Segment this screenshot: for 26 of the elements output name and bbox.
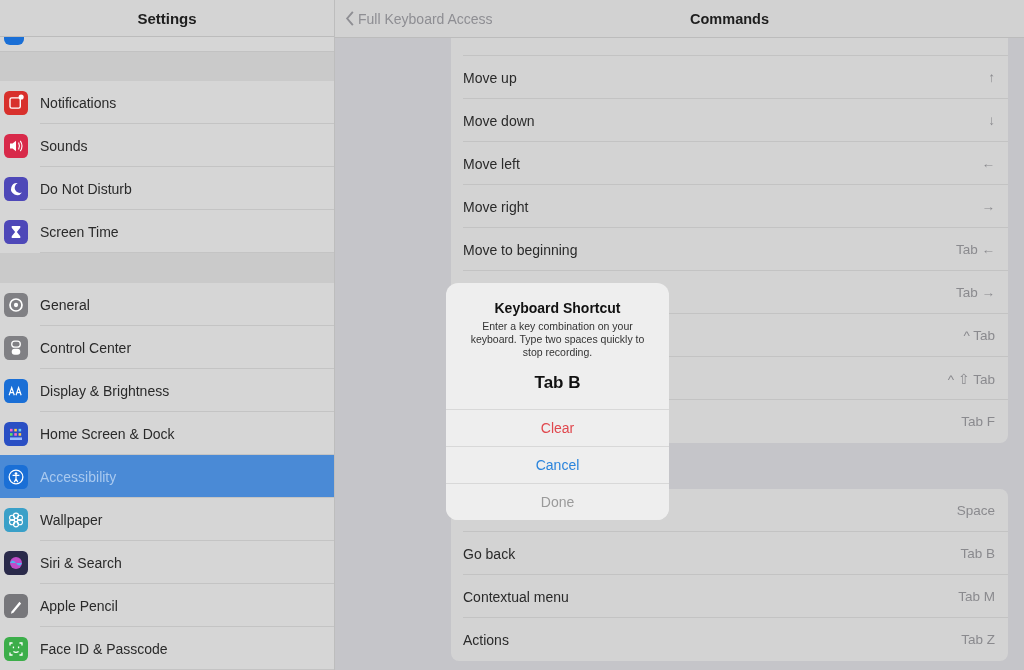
sidebar-item[interactable]: Home Screen & Dock [0, 412, 334, 455]
sidebar-item[interactable]: General [0, 283, 334, 326]
command-row[interactable]: Actions Tab Z [451, 618, 1008, 661]
sidebar-item[interactable]: Notifications [0, 81, 334, 124]
dialog-message: Enter a key combination on your keyboard. Type two spaces quickly to stop recording. [469, 320, 646, 359]
dialog-title: Keyboard Shortcut [493, 300, 622, 316]
shortcut-value: Tab B [533, 373, 582, 393]
page-title: Commands [690, 10, 769, 27]
sidebar-item[interactable]: Face ID & Passcode [0, 627, 334, 670]
sidebar-item[interactable]: Apple Pencil [0, 584, 334, 627]
command-row[interactable]: Move left ← [451, 142, 1008, 185]
sidebar-item[interactable]: Siri & Search [0, 541, 334, 584]
sidebar-item[interactable]: Control Center [0, 326, 334, 369]
command-row[interactable]: Move right → [451, 185, 1008, 228]
command-row[interactable]: Move down ↓ [451, 99, 1008, 142]
sidebar-item[interactable]: Wallpaper [0, 498, 334, 541]
sidebar-item[interactable]: Screen Time [0, 210, 334, 253]
sidebar-item[interactable]: Sounds [0, 124, 334, 167]
command-row[interactable]: Move up ↑ [451, 56, 1008, 99]
chevron-icon [345, 10, 355, 27]
command-row[interactable]: Go back Tab B [451, 532, 1008, 575]
sidebar-title: Settings [137, 9, 197, 27]
command-row[interactable]: Contextual menu Tab M [451, 575, 1008, 618]
sidebar-item[interactable]: Display & Brightness [0, 369, 334, 412]
command-row[interactable]: Move to beginning Tab ← [451, 228, 1008, 271]
sidebar-item[interactable]: Do Not Disturb [0, 167, 334, 210]
